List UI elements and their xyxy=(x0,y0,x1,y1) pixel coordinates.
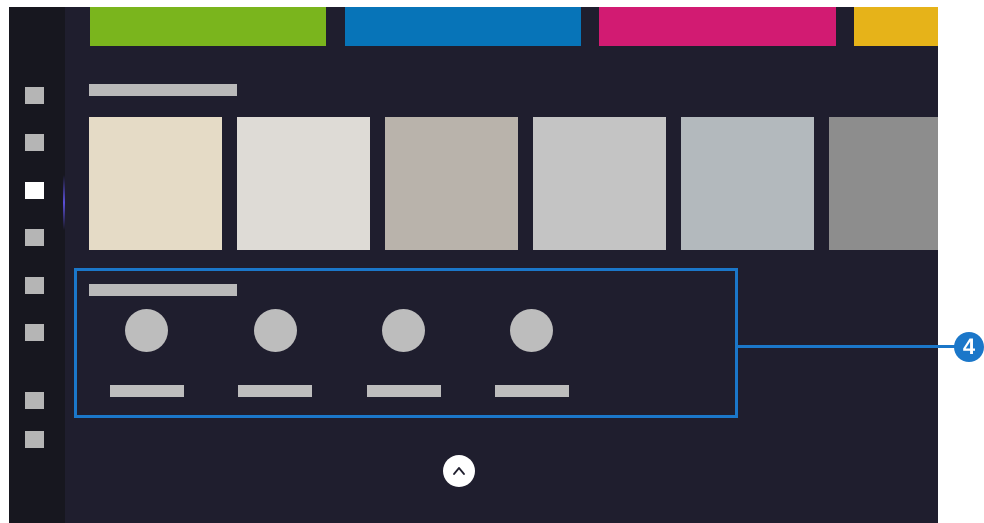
sidebar-item-6[interactable] xyxy=(25,324,44,341)
chevron-up-icon xyxy=(453,467,465,475)
highlight-frame xyxy=(74,268,738,418)
color-swatch[interactable] xyxy=(237,117,370,250)
section-title-placeholder xyxy=(89,84,237,96)
sidebar-item-2[interactable] xyxy=(25,134,44,151)
sidebar-item-5[interactable] xyxy=(25,277,44,294)
tv-screen xyxy=(9,7,938,523)
scroll-up-button[interactable] xyxy=(443,455,475,487)
color-swatch[interactable] xyxy=(533,117,666,250)
banner-yellow[interactable] xyxy=(854,7,938,46)
color-swatch[interactable] xyxy=(89,117,222,250)
sidebar xyxy=(9,7,65,523)
banner-magenta[interactable] xyxy=(599,7,836,46)
sidebar-item-4[interactable] xyxy=(25,229,44,246)
callout-badge: 4 xyxy=(954,332,984,362)
color-swatch[interactable] xyxy=(829,117,938,250)
banner-green[interactable] xyxy=(90,7,326,46)
sidebar-item-7[interactable] xyxy=(25,392,44,409)
callout-line xyxy=(738,345,956,348)
sidebar-item-8[interactable] xyxy=(25,431,44,448)
color-swatch[interactable] xyxy=(681,117,814,250)
sidebar-item-1[interactable] xyxy=(25,87,44,104)
sidebar-item-3-active[interactable] xyxy=(25,182,44,199)
color-swatch[interactable] xyxy=(385,117,518,250)
banner-blue[interactable] xyxy=(345,7,581,46)
sidebar-focus-indicator xyxy=(63,175,65,230)
